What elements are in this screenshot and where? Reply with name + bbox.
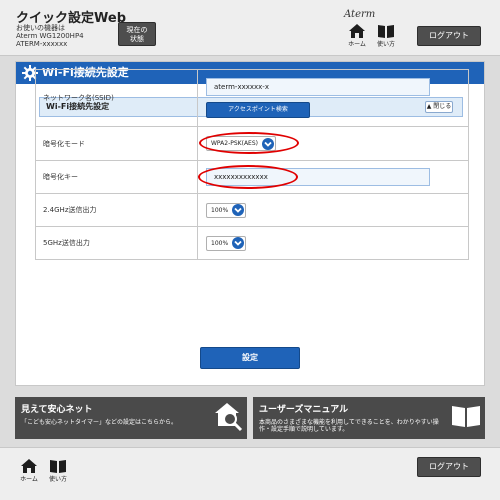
encryption-mode-select[interactable]: WPA2-PSK(AES) — [206, 136, 277, 151]
encryption-mode-cell: WPA2-PSK(AES) — [197, 126, 469, 161]
footer-manual-label: 使い方 — [48, 476, 67, 483]
home-nav[interactable]: ホーム — [344, 24, 370, 48]
submit-button[interactable]: 設定 — [200, 347, 300, 369]
ssid-row: ネットワーク名(SSID) aterm-xxxxxx-x アクセスポイント検索 — [35, 69, 469, 127]
ssid-cell: aterm-xxxxxx-x アクセスポイント検索 — [197, 69, 469, 127]
book-icon — [378, 25, 394, 38]
encryption-mode-row: 暗号化モード WPA2-PSK(AES) — [35, 126, 469, 161]
logout-button[interactable]: ログアウト — [417, 26, 481, 46]
status-button-line1: 現在の — [126, 26, 148, 34]
manual-nav[interactable]: 使い方 — [373, 24, 399, 48]
chevron-down-icon — [232, 204, 245, 216]
encryption-key-cell: xxxxxxxxxxxxx — [197, 160, 469, 194]
manual-card-desc: 本商品のさまざまな機能を利用してできることを、わかりやすい操 作・設定手順で説明… — [259, 419, 445, 433]
home-icon — [21, 459, 37, 473]
safety-card-title: 見えて安心ネット — [21, 405, 93, 415]
safety-card-desc: 「こども安心ネットタイマー」などの設定はこちらから。 — [21, 419, 178, 426]
tx-24-cell: 100% — [197, 193, 469, 227]
tx-5-value: 100% — [211, 239, 229, 247]
footer-home-nav[interactable]: ホーム — [16, 459, 42, 483]
footer-bar: ホーム 使い方 ログアウト — [0, 447, 500, 500]
tx-5-select[interactable]: 100% — [206, 235, 247, 251]
ssid-label: ネットワーク名(SSID) — [35, 69, 198, 127]
manual-card-desc-line1: 本商品のさまざまな機能を利用してできることを、わかりやすい操 — [259, 419, 439, 426]
tx-24-value: 100% — [211, 206, 229, 214]
encryption-mode-value: WPA2-PSK(AES) — [211, 140, 259, 147]
footer-home-label: ホーム — [20, 476, 38, 483]
header-bar: クイック設定Web お使いの機器は Aterm WG1200HP4 ATERM-… — [0, 0, 500, 56]
manual-label: 使い方 — [376, 41, 395, 48]
footer-logout-button[interactable]: ログアウト — [417, 457, 481, 477]
encryption-key-row: 暗号化キー xxxxxxxxxxxxx — [35, 160, 469, 194]
manual-card-desc-line2: 作・設定手順で説明しています。 — [259, 426, 349, 433]
brand-logo: Aterm — [344, 9, 376, 20]
encryption-mode-label: 暗号化モード — [35, 126, 198, 161]
tx-5-label: 5GHz送信出力 — [35, 226, 198, 260]
home-label: ホーム — [348, 41, 366, 48]
status-button-line2: 状態 — [130, 35, 144, 43]
tx-24-row: 2.4GHz送信出力 100% — [35, 193, 469, 227]
device-name: ATERM-xxxxxx — [16, 40, 68, 48]
encryption-key-input[interactable]: xxxxxxxxxxxxx — [206, 168, 430, 186]
settings-table: ネットワーク名(SSID) aterm-xxxxxx-x アクセスポイント検索 … — [35, 69, 469, 260]
open-book-icon — [451, 404, 481, 432]
encryption-key-label: 暗号化キー — [35, 160, 198, 194]
users-manual-card[interactable]: ユーザーズマニュアル 本商品のさまざまな機能を利用してできることを、わかりやすい… — [253, 397, 485, 439]
chevron-down-icon — [232, 237, 245, 249]
book-icon — [50, 460, 66, 473]
device-model: Aterm WG1200HP4 — [16, 32, 84, 40]
tx-24-select[interactable]: 100% — [206, 202, 247, 218]
ssid-input[interactable]: aterm-xxxxxx-x — [206, 78, 430, 96]
safety-net-card[interactable]: 見えて安心ネット 「こども安心ネットタイマー」などの設定はこちらから。 — [15, 397, 247, 439]
home-icon — [349, 24, 365, 38]
footer-manual-nav[interactable]: 使い方 — [45, 459, 71, 483]
tx-5-row: 5GHz送信出力 100% — [35, 226, 469, 260]
device-label: お使いの機器は — [16, 24, 65, 32]
manual-card-title: ユーザーズマニュアル — [259, 405, 349, 415]
current-status-button[interactable]: 現在の 状態 — [118, 22, 156, 46]
house-magnifier-icon — [215, 402, 243, 436]
tx-24-label: 2.4GHz送信出力 — [35, 193, 198, 227]
access-point-search-button[interactable]: アクセスポイント検索 — [206, 102, 310, 118]
tx-5-cell: 100% — [197, 226, 469, 260]
chevron-down-icon — [262, 137, 275, 150]
